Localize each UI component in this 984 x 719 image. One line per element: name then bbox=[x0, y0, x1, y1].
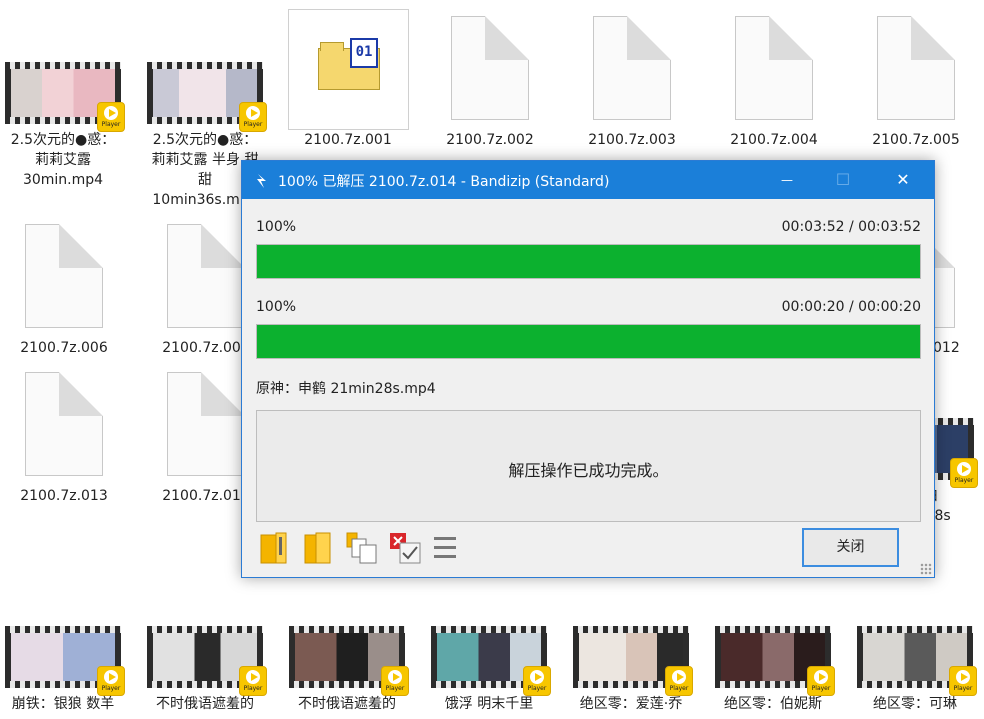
file-video-7[interactable]: Player 饿浮 明末千里 bbox=[426, 620, 552, 719]
open-folder-button[interactable] bbox=[258, 531, 290, 565]
video-thumbnail: Player bbox=[431, 626, 551, 696]
file-name: 绝区零：爱莲·乔 bbox=[579, 696, 683, 712]
video-thumbnail: Player bbox=[5, 626, 125, 696]
hamburger-menu-icon bbox=[434, 537, 456, 558]
file-7z-013[interactable]: 2100.7z.013 bbox=[1, 368, 127, 513]
file-name: 绝区零：伯妮斯 bbox=[724, 696, 822, 712]
document-icon bbox=[593, 16, 671, 120]
video-thumbnail: Player bbox=[857, 626, 977, 696]
file-name: 2100.7z.002 bbox=[446, 132, 534, 148]
file-name: 2100.7z.001 bbox=[304, 132, 392, 148]
file-name: 2100.7z.004 bbox=[730, 132, 818, 148]
player-badge-icon: Player bbox=[949, 666, 977, 696]
status-message-box: 解压操作已成功完成。 bbox=[256, 410, 921, 522]
video-thumbnail: Player bbox=[147, 626, 267, 696]
file-percent: 100% bbox=[256, 299, 297, 315]
minimize-button[interactable]: — bbox=[764, 161, 810, 199]
file-video-5[interactable]: Player 不时俄语遮羞的 bbox=[142, 620, 268, 719]
player-badge-icon: Player bbox=[97, 102, 125, 132]
file-progress-fill bbox=[257, 325, 920, 358]
bandizip-dialog: 100% 已解压 2100.7z.014 - Bandizip (Standar… bbox=[241, 160, 935, 578]
file-video-1[interactable]: Player 2.5次元的●惑： 莉莉艾露 30min.mp4 bbox=[0, 0, 126, 215]
folder-icon bbox=[304, 532, 331, 564]
file-7z-002[interactable]: 2100.7z.002 bbox=[427, 0, 553, 160]
document-icon bbox=[25, 372, 103, 476]
maximize-button[interactable]: ☐ bbox=[820, 161, 866, 199]
file-name: 饿浮 明末千里 bbox=[444, 696, 534, 712]
video-thumbnail: Player bbox=[289, 626, 409, 696]
video-thumbnail: Player bbox=[5, 62, 125, 132]
total-percent: 100% bbox=[256, 219, 297, 235]
file-7z-006[interactable]: 2100.7z.006 bbox=[1, 220, 127, 365]
file-name: 不时俄语遮羞的 bbox=[156, 696, 254, 712]
file-7z-005[interactable]: 2100.7z.005 bbox=[853, 0, 979, 160]
player-badge-icon: Player bbox=[523, 666, 551, 696]
video-thumbnail: Player bbox=[573, 626, 693, 696]
file-time: 00:00:20 / 00:00:20 bbox=[781, 299, 921, 315]
close-button[interactable]: 关闭 bbox=[802, 528, 899, 567]
document-icon bbox=[735, 16, 813, 120]
player-badge-icon: Player bbox=[97, 666, 125, 696]
file-name: 绝区零：可琳 bbox=[873, 696, 957, 712]
file-video-9[interactable]: Player 绝区零：伯妮斯 bbox=[710, 620, 836, 719]
window-title: 100% 已解压 2100.7z.014 - Bandizip (Standar… bbox=[278, 174, 610, 190]
player-badge-icon: Player bbox=[665, 666, 693, 696]
file-name: 2100.7z.005 bbox=[872, 132, 960, 148]
close-window-button[interactable]: ✕ bbox=[880, 161, 926, 199]
copy-path-button[interactable] bbox=[346, 531, 378, 565]
file-name: 2.5次元的●惑： 莉莉艾露 30min.mp4 bbox=[10, 132, 116, 188]
file-video-10[interactable]: Player 绝区零：可琳 bbox=[852, 620, 978, 719]
file-name: 2100.7z.003 bbox=[588, 132, 676, 148]
file-7z-004[interactable]: 2100.7z.004 bbox=[711, 0, 837, 160]
video-thumbnail: Player bbox=[715, 626, 835, 696]
bandizip-icon bbox=[257, 174, 266, 188]
file-progress-bar bbox=[256, 324, 921, 359]
resize-grip[interactable] bbox=[920, 563, 932, 575]
player-badge-icon: Player bbox=[950, 458, 978, 488]
file-video-6[interactable]: Player 不时俄语遮羞的 bbox=[284, 620, 410, 719]
file-name: 2100.7z.006 bbox=[20, 340, 108, 356]
total-progress-fill bbox=[257, 245, 920, 278]
open-folder-close-button[interactable] bbox=[302, 531, 334, 565]
document-icon bbox=[451, 16, 529, 120]
open-folder-icon bbox=[260, 532, 287, 564]
delete-archive-button[interactable] bbox=[388, 531, 421, 565]
document-icon bbox=[167, 224, 245, 328]
document-icon bbox=[877, 16, 955, 120]
total-time: 00:03:52 / 00:03:52 bbox=[781, 219, 921, 235]
document-icon bbox=[25, 224, 103, 328]
video-thumbnail: Player bbox=[147, 62, 267, 132]
player-badge-icon: Player bbox=[807, 666, 835, 696]
document-icon bbox=[167, 372, 245, 476]
menu-button[interactable] bbox=[432, 531, 464, 565]
file-video-4[interactable]: Player 崩铁：银狼 数羊 bbox=[0, 620, 126, 719]
delete-check-icon bbox=[390, 533, 421, 564]
title-bar[interactable]: 100% 已解压 2100.7z.014 - Bandizip (Standar… bbox=[242, 161, 934, 199]
current-file-name: 原神：申鹤 21min28s.mp4 bbox=[256, 381, 436, 397]
file-7z-003[interactable]: 2100.7z.003 bbox=[569, 0, 695, 160]
player-badge-icon: Player bbox=[239, 102, 267, 132]
file-video-8[interactable]: Player 绝区零：爱莲·乔 bbox=[568, 620, 694, 719]
file-name: 2100.7z.013 bbox=[20, 488, 108, 504]
file-name: 不时俄语遮羞的 bbox=[298, 696, 396, 712]
copy-icon bbox=[346, 532, 377, 564]
player-badge-icon: Player bbox=[239, 666, 267, 696]
status-message: 解压操作已成功完成。 bbox=[508, 461, 669, 480]
file-7z-001[interactable]: 01 2100.7z.001 bbox=[285, 0, 411, 160]
file-name: 崩铁：银狼 数羊 bbox=[11, 696, 115, 712]
archive-folder-icon: 01 bbox=[318, 38, 380, 90]
player-badge-icon: Player bbox=[381, 666, 409, 696]
total-progress-bar bbox=[256, 244, 921, 279]
